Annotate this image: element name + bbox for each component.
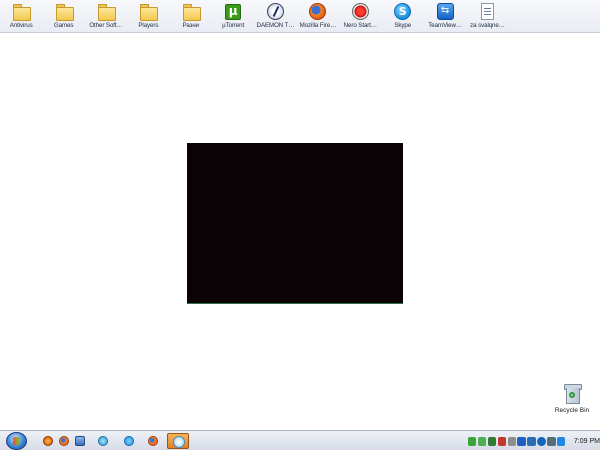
tray-icon[interactable] [517, 436, 526, 446]
folder-icon [97, 3, 116, 21]
recycle-bin[interactable]: Recycle Bin [552, 384, 592, 414]
skype-icon[interactable] [124, 436, 134, 446]
shortcut-za-svalqne[interactable]: za svalqne… [466, 0, 508, 33]
network-icon[interactable] [557, 436, 566, 446]
folder-icon [55, 3, 74, 21]
video-window[interactable] [187, 143, 403, 304]
recycle-symbol-icon [569, 392, 575, 398]
window-app-icon[interactable] [75, 436, 85, 446]
shortcut-label: Mozilla Fire… [299, 22, 337, 29]
shortcut-players[interactable]: Players [127, 0, 169, 33]
folder-icon [139, 3, 159, 21]
shortcut-teamviewer[interactable]: TeamView… [424, 0, 466, 33]
taskbar-clock[interactable]: 7:09 PM [574, 438, 600, 445]
desktop-shortcut-bar: Antivirus Games Other Soft… Players Разн… [0, 0, 600, 33]
shortcut-other-software[interactable]: Other Soft… [85, 0, 127, 33]
firefox-icon[interactable] [59, 436, 69, 446]
shortcut-skype[interactable]: Skype [382, 0, 424, 33]
info-icon[interactable] [537, 436, 546, 446]
teamviewer-icon[interactable] [98, 436, 108, 446]
shortcut-label: Games [53, 22, 74, 29]
shortcut-daemon-tools[interactable]: DAEMON T… [254, 0, 296, 33]
shortcut-utorrent[interactable]: µTorrent [212, 0, 254, 33]
firefox-icon[interactable] [148, 436, 158, 446]
shortcut-label: Antivirus [9, 22, 33, 29]
active-task-media-player[interactable] [167, 433, 189, 449]
tray-icon[interactable] [547, 436, 556, 446]
nero-icon [351, 3, 369, 20]
document-icon [480, 3, 494, 20]
shortcut-label: Nero Start… [343, 22, 377, 29]
folder-icon [12, 3, 32, 21]
folder-icon [182, 3, 201, 21]
shortcut-games[interactable]: Games [42, 0, 84, 33]
start-orb-icon[interactable] [6, 432, 27, 450]
shortcut-label: Players [138, 22, 159, 29]
shortcut-label: Other Soft… [89, 22, 123, 29]
shortcut-label: za svalqne… [470, 22, 505, 29]
skype-icon [394, 3, 412, 20]
tray-icon[interactable] [477, 436, 487, 446]
tray-icon[interactable] [487, 436, 497, 446]
shortcut-antivirus[interactable]: Antivirus [0, 0, 42, 33]
teamviewer-icon [436, 3, 454, 20]
shortcut-label: Разни [182, 22, 200, 29]
shortcut-label: Skype [394, 22, 412, 29]
shortcut-label: TeamView… [428, 22, 462, 29]
tray-icon[interactable] [527, 436, 536, 446]
shortcut-razni[interactable]: Разни [170, 0, 212, 33]
shortcut-mozilla-firefox[interactable]: Mozilla Fire… [297, 0, 339, 33]
shortcut-label: DAEMON T… [256, 22, 295, 29]
volume-icon[interactable] [507, 436, 516, 446]
firefox-icon [309, 3, 327, 20]
taskbar: 7:09 PM [0, 430, 600, 450]
tray-icon[interactable] [497, 436, 507, 446]
shortcut-label: µTorrent [222, 22, 245, 29]
utorrent-icon [225, 4, 242, 20]
shortcut-nero-start[interactable]: Nero Start… [339, 0, 381, 33]
recycle-bin-icon [564, 384, 582, 404]
tray-icon[interactable] [468, 436, 477, 446]
recycle-bin-label: Recycle Bin [554, 407, 590, 414]
daemon-tools-icon [267, 3, 285, 20]
system-tray: 7:09 PM [468, 432, 600, 450]
orange-app-icon[interactable] [43, 436, 53, 446]
